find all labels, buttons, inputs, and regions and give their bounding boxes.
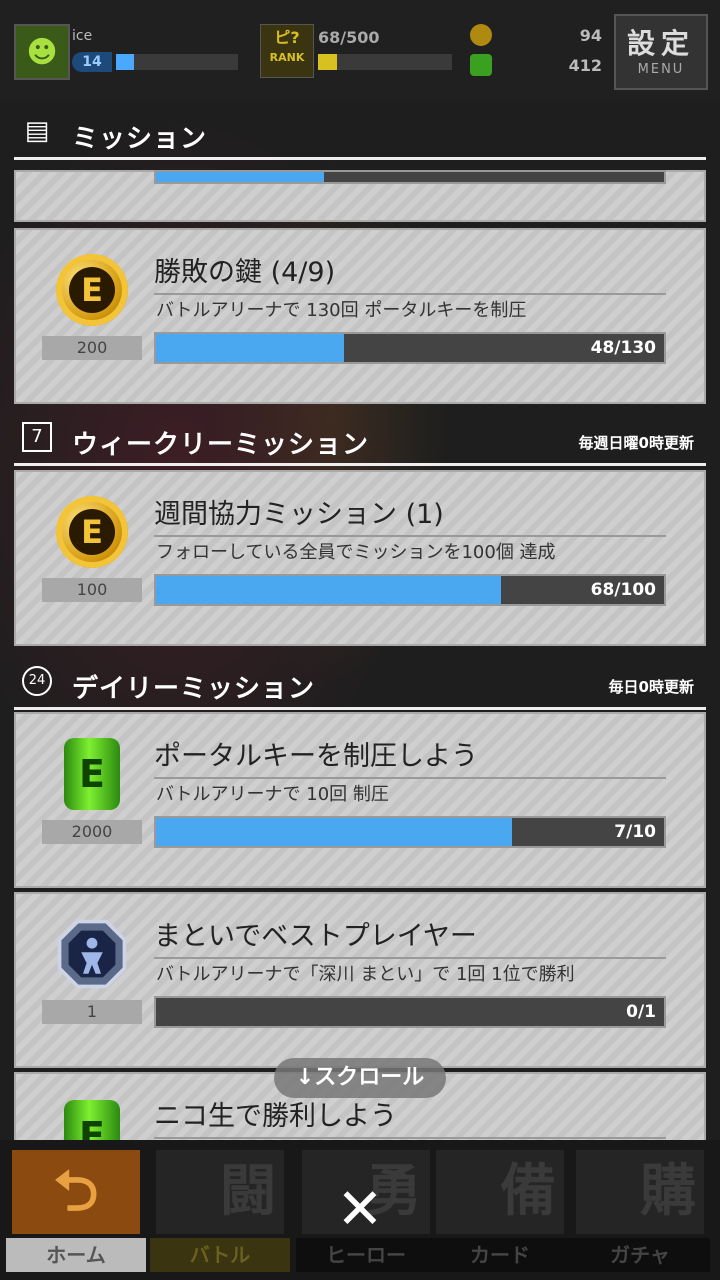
level-badge: 14 — [72, 52, 112, 72]
mission-title: ニコ生で勝利しよう — [154, 1094, 666, 1139]
reward-quantity: 2000 — [42, 820, 142, 844]
progress-bar: 48/130 — [154, 332, 666, 364]
mission-card[interactable]: E 2000 ポータルキーを制圧しよう バトルアリーナで 10回 制圧 7/10 — [14, 712, 706, 888]
reward-quantity: 200 — [42, 336, 142, 360]
gold-coin-icon: E — [56, 254, 128, 326]
green-canister-icon: E — [64, 738, 120, 810]
progress-bar: 0/1 — [154, 996, 666, 1028]
mission-description: バトルアリーナで 130回 ポータルキーを制圧 — [156, 300, 527, 321]
mission-card-partial[interactable] — [14, 170, 706, 222]
missions-header: ▤ ミッション — [14, 108, 706, 160]
gacha-icon: 購 — [576, 1150, 704, 1234]
player-avatar-icon[interactable]: ☻ — [14, 24, 70, 80]
mission-title: まといでベストプレイヤー — [154, 914, 666, 959]
rank-progress-bar — [318, 54, 452, 70]
nav-home[interactable]: ⮌ ホーム — [6, 1146, 146, 1272]
calendar-icon: 7 — [22, 422, 52, 452]
level-progress-bar — [116, 54, 238, 70]
battle-icon: 闘 — [156, 1150, 284, 1234]
close-icon[interactable]: ✕ — [330, 1180, 390, 1240]
mission-card[interactable]: 1 まといでベストプレイヤー バトルアリーナで「深川 まとい」で 1回 1位で勝… — [14, 892, 706, 1068]
progress-bar — [154, 170, 666, 184]
clock-24-icon: 24 — [22, 666, 52, 696]
gold-coin-icon — [470, 24, 492, 46]
green-canister-icon: E — [64, 1100, 120, 1140]
mission-title: ポータルキーを制圧しよう — [154, 734, 666, 779]
gold-count: 94 — [579, 26, 602, 45]
mission-description: バトルアリーナで 10回 制圧 — [156, 784, 389, 805]
gold-coin-icon: E — [56, 496, 128, 568]
daily-reset-note: 毎日0時更新 — [608, 678, 694, 696]
nav-gacha[interactable]: 購 ガチャ — [570, 1146, 710, 1272]
home-icon: ⮌ — [12, 1150, 140, 1234]
card-icon: 備 — [436, 1150, 564, 1234]
green-canister-icon — [470, 54, 492, 76]
mission-title: 勝敗の鍵 (4/9) — [154, 250, 666, 295]
rank-value: 68/500 — [318, 28, 380, 47]
green-count: 412 — [568, 56, 602, 75]
rank-icon: ピ? RANK — [260, 24, 314, 78]
scroll-hint: ↓スクロール — [274, 1058, 446, 1098]
progress-bar: 68/100 — [154, 574, 666, 606]
nav-battle[interactable]: 闘 バトル — [150, 1146, 290, 1272]
reward-quantity: 1 — [42, 1000, 142, 1024]
weekly-header: 7 ウィークリーミッション 毎週日曜0時更新 — [14, 414, 706, 466]
mission-title: 週間協力ミッション (1) — [154, 492, 666, 537]
menu-button[interactable]: 設定 MENU — [614, 14, 708, 90]
list-icon: ▤ — [24, 116, 50, 146]
player-name: ice — [72, 28, 93, 44]
mission-description: バトルアリーナで「深川 まとい」で 1回 1位で勝利 — [156, 964, 575, 985]
nav-card[interactable]: 備 カード — [430, 1146, 570, 1272]
weekly-reset-note: 毎週日曜0時更新 — [578, 434, 694, 452]
mission-description: フォローしている全員でミッションを100個 達成 — [156, 542, 556, 563]
hero-badge-icon — [56, 918, 128, 990]
mission-card[interactable]: E 100 週間協力ミッション (1) フォローしている全員でミッションを100… — [14, 470, 706, 646]
reward-quantity: 100 — [42, 578, 142, 602]
mission-card[interactable]: E 200 勝敗の鍵 (4/9) バトルアリーナで 130回 ポータルキーを制圧… — [14, 228, 706, 404]
status-bar: ☻ ice 14 ピ? RANK 68/500 94 412 設定 MENU — [0, 0, 720, 100]
progress-bar: 7/10 — [154, 816, 666, 848]
daily-header: 24 デイリーミッション 毎日0時更新 — [14, 658, 706, 710]
